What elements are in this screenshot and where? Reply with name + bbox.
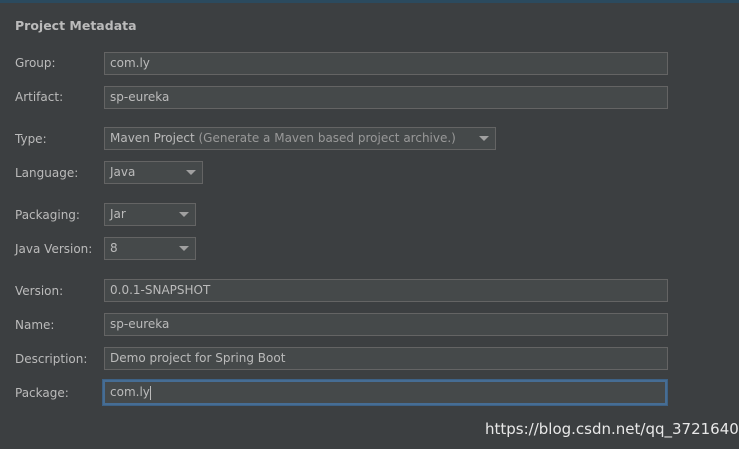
- chevron-down-icon: [179, 246, 189, 251]
- name-label: Name:: [15, 318, 55, 332]
- description-field[interactable]: Demo project for Spring Boot: [104, 347, 668, 370]
- type-select-hint: (Generate a Maven based project archive.…: [198, 131, 456, 145]
- java-version-select[interactable]: 8: [104, 237, 196, 260]
- java-version-label: Java Version:: [15, 242, 93, 256]
- artifact-label: Artifact:: [15, 90, 64, 104]
- package-field-value: com.ly: [110, 385, 150, 399]
- package-label: Package:: [15, 386, 69, 400]
- package-field[interactable]: com.ly: [103, 380, 667, 405]
- language-select[interactable]: Java: [104, 161, 203, 184]
- packaging-select[interactable]: Jar: [104, 203, 196, 226]
- name-field[interactable]: sp-eureka: [104, 313, 668, 336]
- packaging-select-value: Jar: [110, 207, 126, 221]
- section-title: Project Metadata: [15, 18, 137, 33]
- text-caret: [149, 385, 151, 400]
- chevron-down-icon: [186, 170, 196, 175]
- type-label: Type:: [15, 132, 47, 146]
- language-label: Language:: [15, 166, 79, 180]
- artifact-field[interactable]: sp-eureka: [104, 86, 668, 109]
- group-field[interactable]: com.ly: [104, 52, 668, 75]
- language-select-value: Java: [110, 165, 136, 179]
- chevron-down-icon: [479, 136, 489, 141]
- window-top-border: [0, 0, 739, 3]
- watermark: https://blog.csdn.net/qq_37216403: [485, 420, 739, 438]
- version-field[interactable]: 0.0.1-SNAPSHOT: [104, 279, 668, 302]
- type-select[interactable]: Maven Project (Generate a Maven based pr…: [104, 127, 496, 150]
- version-label: Version:: [15, 284, 64, 298]
- description-label: Description:: [15, 352, 88, 366]
- group-label: Group:: [15, 56, 56, 70]
- type-select-value: Maven Project: [110, 131, 195, 145]
- packaging-label: Packaging:: [15, 208, 80, 222]
- java-version-select-value: 8: [110, 241, 118, 255]
- chevron-down-icon: [179, 212, 189, 217]
